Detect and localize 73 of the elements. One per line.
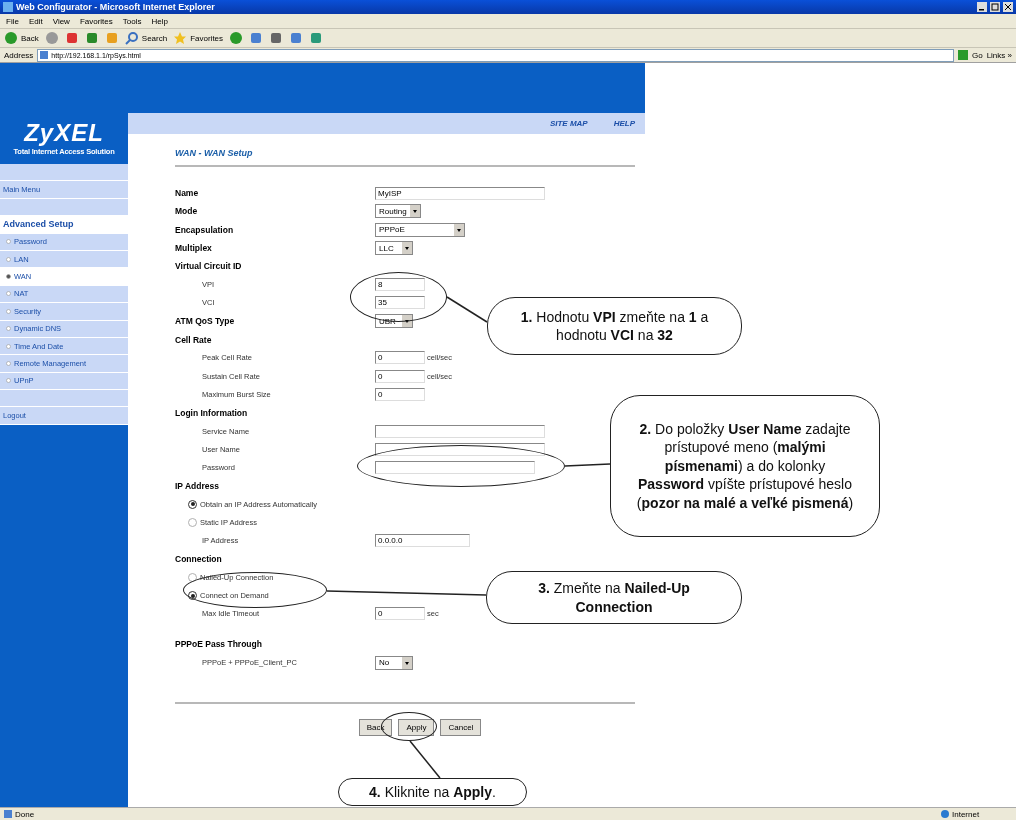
search-icon (124, 31, 139, 45)
section-label: IP Address (175, 480, 219, 491)
bullet-icon (6, 343, 11, 349)
section-label: Cell Rate (175, 334, 212, 345)
bullet-icon (6, 291, 11, 297)
bullet-icon (6, 361, 11, 366)
bullet-icon (6, 256, 11, 262)
input-field[interactable]: 35 (375, 296, 425, 310)
callout-note: 1. Hodnotu VPI zmeňte na 1 a hodnotu VCI na 32 (487, 297, 742, 355)
menu-item[interactable]: Edit (28, 16, 43, 26)
toolbar-button[interactable]: Back (21, 33, 39, 43)
input-field[interactable]: MyISP (375, 186, 545, 200)
address-label: Address (4, 50, 34, 60)
form-button[interactable]: Apply (398, 718, 435, 736)
input-field[interactable] (375, 424, 545, 438)
links-button[interactable]: Links » (986, 50, 1012, 60)
zone-text: Internet (952, 809, 981, 819)
bullet-icon (6, 378, 11, 384)
status-text: Done (15, 809, 36, 819)
section-label: PPPoE Pass Through (175, 639, 262, 650)
input-field[interactable]: 8 (375, 278, 425, 292)
leader-line (564, 463, 611, 467)
maximize-icon[interactable] (990, 2, 1000, 12)
input-field[interactable]: 0 (375, 369, 425, 383)
section-label: Login Information (175, 407, 248, 418)
bullet-icon (6, 274, 11, 280)
minimize-icon[interactable] (977, 2, 987, 12)
dropdown[interactable]: Routing (375, 204, 421, 219)
radio-button[interactable] (188, 499, 197, 509)
section-label: ATM QoS Type (175, 316, 235, 327)
form-title: WAN - WAN Setup (175, 148, 254, 158)
section-label: Name (175, 188, 199, 199)
bullet-icon (6, 326, 11, 332)
section-label: Mode (175, 206, 198, 217)
section-label: Multiplex (175, 243, 212, 254)
form-button[interactable]: Cancel (440, 718, 482, 736)
input-field[interactable]: 0 (375, 607, 425, 621)
go-button[interactable]: Go (971, 50, 983, 60)
logo: ZyXEL (24, 121, 104, 145)
input-field[interactable] (375, 442, 545, 456)
input-field[interactable]: 0.0.0.0 (375, 534, 470, 548)
bullet-icon (6, 239, 11, 245)
header-link[interactable]: SITE MAP (549, 119, 588, 128)
leader-line (446, 296, 488, 323)
input-field[interactable]: 0 (375, 351, 425, 365)
callout-note: 4. Kliknite na Apply. (338, 778, 527, 806)
window-title: Web Configurator - Microsoft Internet Explorer (16, 2, 216, 12)
sidebar-item[interactable]: Advanced Setup (0, 216, 128, 234)
header-link[interactable]: HELP (613, 119, 635, 128)
dropdown[interactable]: No (375, 655, 413, 670)
form-button[interactable]: Back (358, 718, 393, 736)
callout-note: 2. Do položky User Name zadajte prístupové meno (malými písmenami) a do kolonky Password vpíšte prístupové heslo (pozor na malé a veľké pismená) (610, 395, 880, 537)
menu-item[interactable]: Help (151, 16, 168, 26)
input-field[interactable]: 0 (375, 387, 425, 401)
favorites-icon (173, 31, 188, 45)
section-label: Encapsulation (175, 224, 234, 235)
bullet-icon (6, 308, 11, 314)
section-label: Connection (175, 554, 222, 565)
menu-item[interactable]: Tools (122, 16, 142, 26)
dropdown[interactable]: LLC (375, 241, 413, 256)
radio-button[interactable] (188, 572, 197, 582)
section-label: Virtual Circuit ID (175, 261, 242, 272)
menu-item[interactable]: Favorites (79, 16, 113, 26)
toolbar-button[interactable]: Favorites (190, 33, 224, 43)
menu-item[interactable]: View (52, 16, 70, 26)
radio-button[interactable] (188, 518, 197, 527)
toolbar-button[interactable]: Search (141, 33, 168, 43)
close-icon[interactable] (1003, 2, 1013, 12)
dropdown[interactable]: PPPoE (375, 222, 465, 237)
input-field[interactable] (375, 461, 535, 475)
callout-note: 3. Zmeňte na Nailed-Up Connection (486, 571, 742, 624)
leader-line (409, 740, 441, 779)
menu-item[interactable]: File (6, 16, 19, 26)
